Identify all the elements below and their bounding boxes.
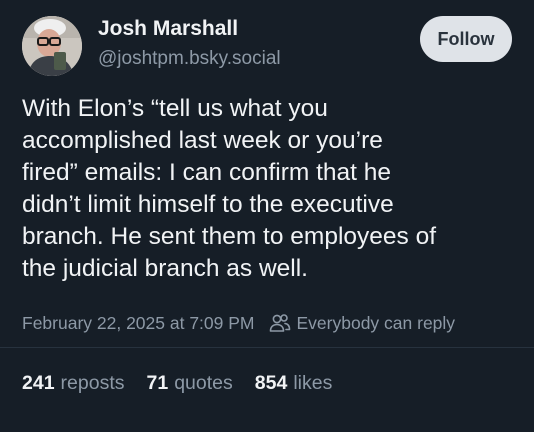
reposts-label: reposts — [60, 372, 125, 394]
avatar-image — [22, 16, 82, 76]
post-meta: February 22, 2025 at 7:09 PM Everybody c… — [22, 312, 455, 334]
author-handle[interactable]: @joshtpm.bsky.social — [98, 48, 281, 70]
post-stats: 241 reposts 71 quotes 854 likes — [22, 372, 354, 395]
post-text-line: didn’t limit himself to the executive — [22, 191, 394, 218]
reply-setting[interactable]: Everybody can reply — [269, 312, 456, 334]
likes-stat[interactable]: 854 likes — [255, 372, 333, 395]
reply-setting-label: Everybody can reply — [296, 312, 456, 333]
reposts-stat[interactable]: 241 reposts — [22, 372, 125, 395]
quotes-count: 71 — [146, 372, 169, 394]
avatar[interactable] — [22, 16, 82, 76]
people-icon — [269, 313, 291, 333]
post-text-line: fired” emails: I can confirm that he — [22, 159, 392, 186]
follow-button[interactable]: Follow — [420, 16, 512, 62]
post-text-line: With Elon’s “tell us what you — [22, 95, 328, 122]
post-card: Josh Marshall @joshtpm.bsky.social Follo… — [0, 0, 534, 432]
post-text-line: the judicial branch as well. — [22, 255, 308, 282]
likes-label: likes — [293, 372, 333, 394]
author-name[interactable]: Josh Marshall — [98, 17, 238, 41]
likes-count: 854 — [254, 372, 288, 394]
divider — [0, 347, 534, 348]
quotes-stat[interactable]: 71 quotes — [147, 372, 233, 395]
post-text-line: accomplished last week or you’re — [22, 127, 383, 154]
post-text: With Elon’s “tell us what you accomplish… — [22, 93, 522, 285]
quotes-label: quotes — [174, 372, 233, 394]
post-text-line: branch. He sent them to employees of — [22, 223, 436, 250]
post-timestamp[interactable]: February 22, 2025 at 7:09 PM — [22, 313, 255, 334]
reposts-count: 241 — [22, 372, 55, 394]
